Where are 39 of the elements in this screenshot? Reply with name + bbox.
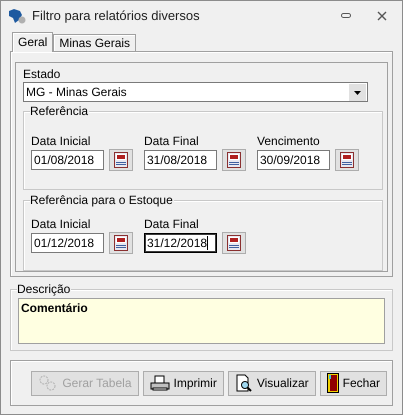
window-title: Filtro para relatórios diversos (32, 7, 201, 26)
field-label: Data Final (144, 216, 200, 231)
close-icon[interactable] (377, 11, 387, 21)
minimize-icon[interactable] (341, 13, 351, 19)
calendar-button[interactable] (335, 149, 359, 172)
map-icon (8, 8, 26, 24)
gears-icon (38, 375, 58, 391)
calendar-button[interactable] (222, 149, 246, 172)
calendar-icon (227, 234, 241, 251)
state-dropdown[interactable]: MG - Minas Gerais (23, 82, 368, 102)
date-field[interactable]: 01/08/2018 (31, 150, 104, 170)
tab[interactable]: Minas Gerais (53, 34, 136, 51)
calendar-button[interactable] (109, 232, 133, 254)
tab[interactable]: Geral (12, 32, 54, 52)
date-field[interactable]: 01/12/2018 (31, 232, 104, 253)
door-icon (326, 373, 339, 393)
field-label: Estado (23, 67, 62, 81)
calendar-icon (114, 234, 128, 251)
document-magnifier-icon (234, 374, 253, 392)
calendar-button[interactable] (222, 232, 246, 254)
group-title: Descrição (17, 282, 72, 296)
calendar-button[interactable] (109, 149, 133, 172)
action-button[interactable]: Visualizar (228, 370, 316, 396)
date-field[interactable]: 30/09/2018 (257, 150, 330, 170)
printer-icon (150, 375, 170, 391)
field-label: Vencimento (257, 134, 321, 148)
calendar-icon (340, 152, 354, 168)
group-title: Referência (30, 104, 90, 118)
description-field[interactable]: Comentário (18, 298, 385, 344)
calendar-icon (227, 152, 241, 168)
field-label: Data Inicial (31, 134, 92, 148)
date-field[interactable]: 31/12/2018 (144, 232, 217, 253)
field-label: Data Inicial (31, 216, 92, 231)
action-button[interactable]: Imprimir (142, 370, 224, 396)
calendar-icon (114, 152, 128, 168)
date-field[interactable]: 31/08/2018 (144, 150, 217, 170)
action-button[interactable]: Fechar (320, 370, 387, 396)
group-title: Referência para o Estoque (30, 192, 174, 207)
field-label: Data Final (144, 134, 200, 148)
